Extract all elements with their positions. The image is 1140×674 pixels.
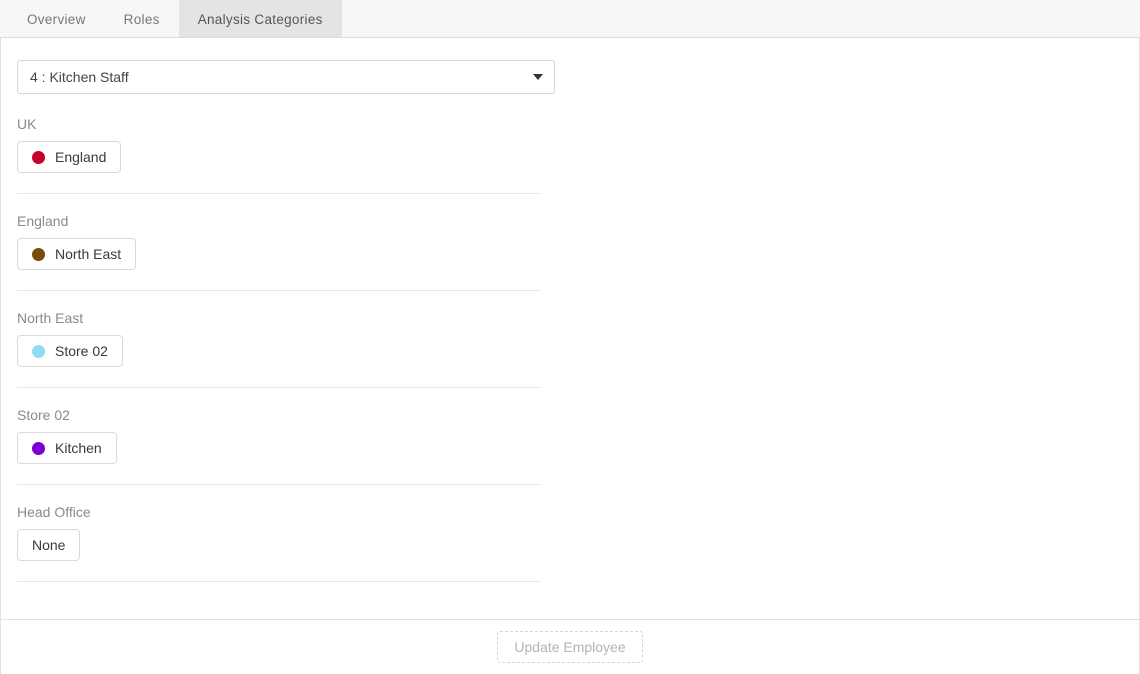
analysis-categories-panel: 4 : Kitchen Staff UK England England Nor… xyxy=(0,38,1140,674)
chip-label: Store 02 xyxy=(55,343,108,359)
color-dot-icon xyxy=(32,441,45,455)
group-divider xyxy=(17,581,541,582)
category-chip-north-east[interactable]: North East xyxy=(17,238,137,270)
color-dot-icon xyxy=(32,150,45,164)
panel-footer: Update Employee xyxy=(1,619,1139,674)
group-divider xyxy=(17,193,541,194)
panel-content: 4 : Kitchen Staff UK England England Nor… xyxy=(1,38,1139,619)
tab-label: Overview xyxy=(27,11,86,27)
category-group-england: England North East xyxy=(17,213,541,270)
role-select[interactable]: 4 : Kitchen Staff xyxy=(17,60,555,94)
category-group-north-east: North East Store 02 xyxy=(17,310,541,367)
group-label: North East xyxy=(17,310,84,326)
chip-label: None xyxy=(32,537,66,553)
chip-label: Kitchen xyxy=(55,440,102,456)
category-group-head-office: Head Office None xyxy=(17,504,541,561)
group-label: Store 02 xyxy=(17,407,70,423)
category-chip-store-02[interactable]: Store 02 xyxy=(17,335,123,367)
tab-overview[interactable]: Overview xyxy=(8,0,105,37)
role-select-value: 4 : Kitchen Staff xyxy=(30,69,129,85)
category-chip-england[interactable]: England xyxy=(17,141,122,173)
tab-bar: Overview Roles Analysis Categories xyxy=(0,0,1140,38)
update-employee-label: Update Employee xyxy=(514,639,626,655)
group-divider xyxy=(17,290,541,291)
chip-label: North East xyxy=(55,246,122,262)
group-label: England xyxy=(17,213,69,229)
group-divider xyxy=(17,484,541,485)
tab-roles[interactable]: Roles xyxy=(105,0,179,37)
category-chip-kitchen[interactable]: Kitchen xyxy=(17,432,117,464)
color-dot-icon xyxy=(32,344,45,358)
group-divider xyxy=(17,387,541,388)
category-group-store-02: Store 02 Kitchen xyxy=(17,407,541,464)
update-employee-button[interactable]: Update Employee xyxy=(497,631,643,663)
role-select-box[interactable]: 4 : Kitchen Staff xyxy=(17,60,555,94)
category-group-uk: UK England xyxy=(17,116,541,173)
tab-label: Analysis Categories xyxy=(197,11,323,27)
category-chip-none[interactable]: None xyxy=(17,529,81,561)
color-dot-icon xyxy=(32,247,45,261)
group-label: UK xyxy=(17,116,37,132)
tab-analysis-categories[interactable]: Analysis Categories xyxy=(178,0,342,37)
chip-label: England xyxy=(55,149,107,165)
group-label: Head Office xyxy=(17,504,91,520)
tab-label: Roles xyxy=(123,11,160,27)
